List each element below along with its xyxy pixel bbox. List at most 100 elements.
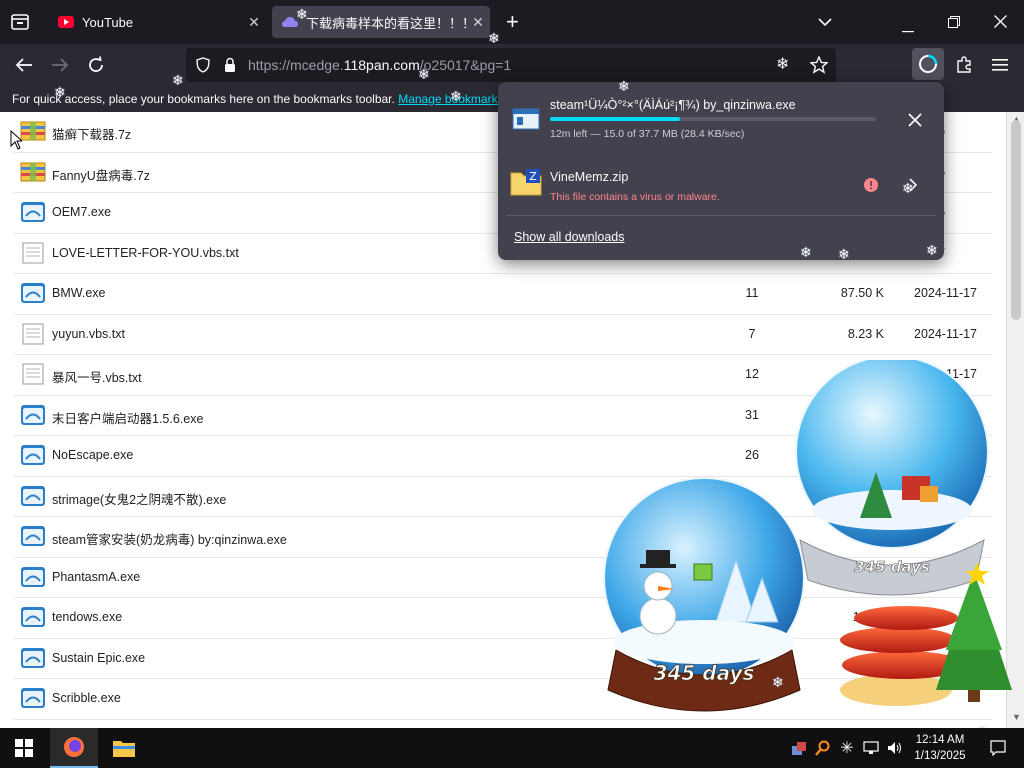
url-suffix: /o25017&pg=1 <box>419 57 512 73</box>
mouse-cursor <box>10 129 24 155</box>
snow-globe-right: 345 days <box>795 360 989 596</box>
download-filename: steam¹Ü¼Ò°²×°(ÄÌÁú²¡¶¾) by_qinzinwa.exe <box>550 98 796 112</box>
file-size: 87.50 K <box>840 286 884 300</box>
tab-list-icon[interactable] <box>10 12 30 37</box>
chevron-down-icon[interactable] <box>818 14 832 32</box>
url-bar[interactable]: https://mcedge.118pan.com/o25017&pg=1 ❄ <box>186 48 836 82</box>
exe-icon <box>20 201 46 223</box>
url-prefix: https://mcedge. <box>248 57 344 73</box>
exe-icon <box>20 444 46 466</box>
start-button[interactable] <box>0 728 48 768</box>
snowflake-tray-icon[interactable]: ✳ <box>836 728 858 768</box>
download-item[interactable]: Z VineMemz.zip This file contains a viru… <box>498 154 944 210</box>
exe-icon <box>20 404 46 426</box>
file-name-link[interactable]: BMW.exe <box>52 286 106 300</box>
svg-text:Z: Z <box>529 170 537 183</box>
file-explorer-icon[interactable] <box>100 728 148 768</box>
exe-icon <box>20 485 46 507</box>
downloads-button[interactable] <box>912 48 944 80</box>
divider <box>506 215 936 216</box>
tab-close-icon[interactable]: ✕ <box>242 14 266 31</box>
snow-globe-left: 345 days <box>603 477 805 712</box>
table-row[interactable]: BMW.exe 11 87.50 K 2024-11-17 <box>14 274 992 315</box>
cancel-download-icon[interactable] <box>908 113 922 132</box>
youtube-icon <box>58 14 74 30</box>
file-name-link[interactable]: 暴风一号.vbs.txt <box>52 367 142 386</box>
exe-icon <box>20 606 46 628</box>
file-name-link[interactable]: LOVE-LETTER-FOR-YOU.vbs.txt <box>52 246 239 260</box>
file-name-link[interactable]: FannyU盘病毒.7z <box>52 165 150 184</box>
file-name-link[interactable]: 猫癣下载器.7z <box>52 124 131 143</box>
globe-left-label: 345 days <box>654 661 755 685</box>
table-row[interactable]: yuyun.vbs.txt 7 8.23 K 2024-11-17 <box>14 315 992 355</box>
system-clock[interactable]: 12:14 AM 1/13/2025 <box>904 732 976 764</box>
file-name-link[interactable]: OEM7.exe <box>52 205 111 219</box>
file-name-link[interactable]: tendows.exe <box>52 610 122 624</box>
taskbar: ✳ 12:14 AM 1/13/2025 <box>0 728 1024 768</box>
menu-icon[interactable] <box>986 52 1014 78</box>
star-icon[interactable] <box>809 55 829 79</box>
network-icon[interactable] <box>860 728 882 768</box>
download-count: 7 <box>748 326 756 341</box>
restore-icon[interactable] <box>948 15 960 33</box>
forward-button[interactable] <box>46 52 74 78</box>
file-name-link[interactable]: yuyun.vbs.txt <box>52 327 125 341</box>
file-name-link[interactable]: Scribble.exe <box>52 691 121 705</box>
warning-icon <box>864 178 878 197</box>
tab-title: YouTube <box>82 14 134 30</box>
tab-title: 下载病毒样本的看这里！！！( <box>306 15 466 31</box>
back-button[interactable] <box>10 52 38 78</box>
text-file-icon <box>20 323 46 345</box>
globe-right-label: 345 days <box>854 558 930 576</box>
download-status: 12m left — 15.0 of 37.7 MB (28.4 KB/sec) <box>550 128 745 140</box>
zip-file-icon: Z <box>510 168 542 201</box>
file-name-link[interactable]: PhantasmA.exe <box>52 570 140 584</box>
file-name-link[interactable]: NoEscape.exe <box>52 448 133 462</box>
bookmarks-hint: For quick access, place your bookmarks h… <box>12 92 395 106</box>
navigation-toolbar: https://mcedge.118pan.com/o25017&pg=1 ❄ <box>0 44 1024 86</box>
download-filename: VineMemz.zip <box>550 170 629 184</box>
file-size: 8.23 K <box>847 326 884 341</box>
close-window-icon[interactable] <box>994 15 1007 33</box>
file-name-link[interactable]: strimage(女鬼2之阴魂不散).exe <box>52 489 226 508</box>
firefox-taskbar-icon[interactable] <box>50 728 98 768</box>
minimize-icon[interactable] <box>902 20 914 38</box>
reload-button[interactable] <box>82 52 110 78</box>
new-tab-button[interactable]: + <box>506 9 519 35</box>
clock-date: 1/13/2025 <box>914 750 966 762</box>
tray-app-icon[interactable] <box>788 728 810 768</box>
exe-icon <box>20 647 46 669</box>
exe-file-icon <box>512 108 540 135</box>
notifications-icon[interactable] <box>978 728 1018 768</box>
file-name-link[interactable]: Sustain Epic.exe <box>52 651 145 665</box>
exe-icon <box>20 687 46 709</box>
manage-bookmarks-link[interactable]: Manage bookmarks... <box>398 92 513 106</box>
archive-icon <box>20 120 46 142</box>
text-file-icon <box>20 242 46 264</box>
lock-icon[interactable] <box>224 57 236 78</box>
tab-youtube[interactable]: YouTube ✕ <box>48 6 266 38</box>
archive-icon <box>20 161 46 183</box>
chevron-right-icon[interactable] <box>908 178 918 197</box>
upload-date: 2024-11-17 <box>914 326 978 341</box>
download-item[interactable]: steam¹Ü¼Ò°²×°(ÄÌÁú²¡¶¾) by_qinzinwa.exe … <box>498 82 944 148</box>
show-all-downloads-link[interactable]: Show all downloads <box>514 230 625 244</box>
file-name-link[interactable]: 末日客户端启动器1.5.6.exe <box>52 408 203 427</box>
file-name-link[interactable]: steam管家安装(奶龙病毒) by:qinzinwa.exe <box>52 529 287 548</box>
volume-icon[interactable] <box>884 728 906 768</box>
downloads-panel: steam¹Ü¼Ò°²×°(ÄÌÁú²¡¶¾) by_qinzinwa.exe … <box>498 82 944 260</box>
scrollbar-thumb[interactable] <box>1011 120 1021 320</box>
exe-icon <box>20 525 46 547</box>
shield-icon[interactable] <box>196 57 210 78</box>
exe-icon <box>20 282 46 304</box>
url-text[interactable]: https://mcedge.118pan.com/o25017&pg=1 <box>248 57 511 73</box>
tab-active[interactable]: 下载病毒样本的看这里！！！( ✕ <box>272 6 490 38</box>
url-domain: 118pan.com <box>343 57 420 73</box>
tab-close-icon[interactable]: ✕ <box>466 14 490 31</box>
malware-warning: This file contains a virus or malware. <box>550 191 720 203</box>
clock-time: 12:14 AM <box>915 734 965 746</box>
search-icon[interactable] <box>812 728 834 768</box>
extensions-icon[interactable] <box>950 52 978 78</box>
download-count: 11 <box>745 286 759 300</box>
exe-icon <box>20 566 46 588</box>
